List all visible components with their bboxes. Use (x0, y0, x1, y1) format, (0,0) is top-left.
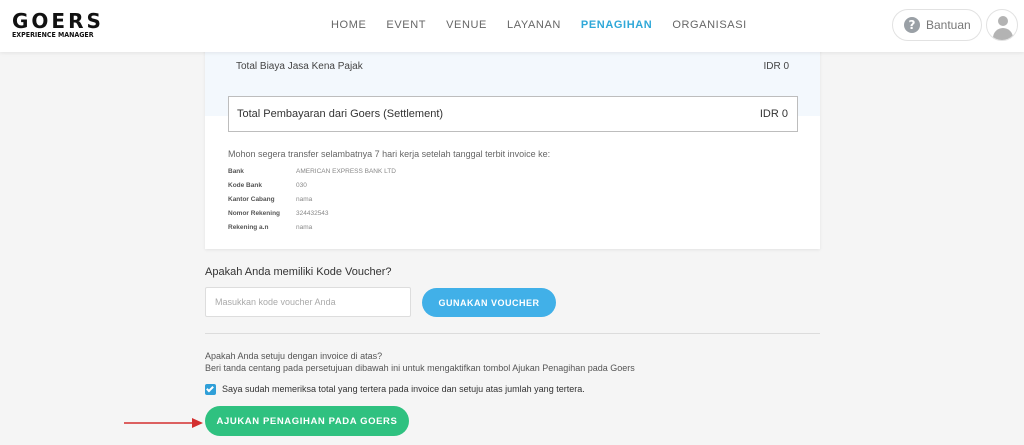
bank-detail-row: Kantor Cabang nama (228, 192, 396, 206)
settlement-total-box: Total Pembayaran dari Goers (Settlement)… (228, 96, 798, 132)
logo-tagline: EXPERIENCE MANAGER (12, 31, 94, 39)
bank-details: Bank AMERICAN EXPRESS BANK LTD Kode Bank… (228, 164, 396, 234)
bank-detail-value: nama (296, 223, 313, 231)
agreement-checkbox[interactable] (205, 384, 216, 395)
voucher-code-input[interactable] (205, 287, 411, 317)
nav-penagihan[interactable]: PENAGIHAN (581, 19, 652, 31)
apply-voucher-button[interactable]: GUNAKAN VOUCHER (422, 288, 556, 317)
bank-detail-key: Kode Bank (228, 181, 262, 189)
user-avatar[interactable] (986, 9, 1018, 41)
settlement-total-label: Total Pembayaran dari Goers (Settlement) (237, 108, 444, 120)
taxable-service-fee-value: IDR 0 (763, 61, 789, 72)
logo-wordmark: GOERS (12, 9, 104, 33)
bank-detail-key: Rekening a.n (228, 223, 269, 231)
bank-detail-key: Nomor Rekening (228, 209, 281, 217)
red-arrow-annotation (124, 418, 203, 428)
help-label: Bantuan (926, 18, 971, 32)
nav-home[interactable]: HOME (331, 19, 366, 31)
agreement-question: Apakah Anda setuju dengan invoice di ata… (205, 351, 383, 361)
top-navigation-bar: GOERS EXPERIENCE MANAGER HOME EVENT VENU… (0, 0, 1024, 52)
nav-event[interactable]: EVENT (386, 19, 426, 31)
transfer-instruction: Mohon segera transfer selambatnya 7 hari… (228, 149, 551, 159)
bank-detail-row: Kode Bank 030 (228, 178, 396, 192)
agreement-hint: Beri tanda centang pada persetujuan diba… (205, 363, 635, 373)
submit-billing-button[interactable]: AJUKAN PENAGIHAN PADA GOERS (205, 406, 409, 436)
invoice-summary-card: Total Biaya Jasa Kena Pajak IDR 0 Total … (205, 30, 820, 249)
bank-detail-row: Bank AMERICAN EXPRESS BANK LTD (228, 164, 396, 178)
agreement-checkbox-label[interactable]: Saya sudah memeriksa total yang tertera … (222, 384, 585, 394)
checkmark-icon (206, 384, 214, 393)
bank-detail-row: Nomor Rekening 324432543 (228, 206, 396, 220)
user-icon-body (993, 28, 1013, 40)
bank-detail-value: 030 (296, 181, 307, 189)
bank-detail-value: 324432543 (296, 209, 329, 217)
main-nav: HOME EVENT VENUE LAYANAN PENAGIHAN ORGAN… (331, 19, 767, 31)
help-button[interactable]: ? Bantuan (892, 9, 982, 41)
nav-organisasi[interactable]: ORGANISASI (672, 19, 746, 31)
taxable-service-fee-label: Total Biaya Jasa Kena Pajak (236, 61, 363, 72)
bank-detail-key: Kantor Cabang (228, 195, 275, 203)
voucher-question: Apakah Anda memiliki Kode Voucher? (205, 266, 392, 278)
goers-logo[interactable]: GOERS EXPERIENCE MANAGER (12, 9, 104, 40)
section-divider (205, 333, 820, 334)
bank-detail-value: AMERICAN EXPRESS BANK LTD (296, 167, 396, 175)
bank-detail-row: Rekening a.n nama (228, 220, 396, 234)
bank-detail-key: Bank (228, 167, 244, 175)
nav-layanan[interactable]: LAYANAN (507, 19, 561, 31)
question-circle-icon: ? (904, 17, 920, 33)
settlement-total-value: IDR 0 (759, 108, 788, 120)
bank-detail-value: nama (296, 195, 313, 203)
nav-venue[interactable]: VENUE (446, 19, 487, 31)
user-icon-head (998, 16, 1008, 26)
